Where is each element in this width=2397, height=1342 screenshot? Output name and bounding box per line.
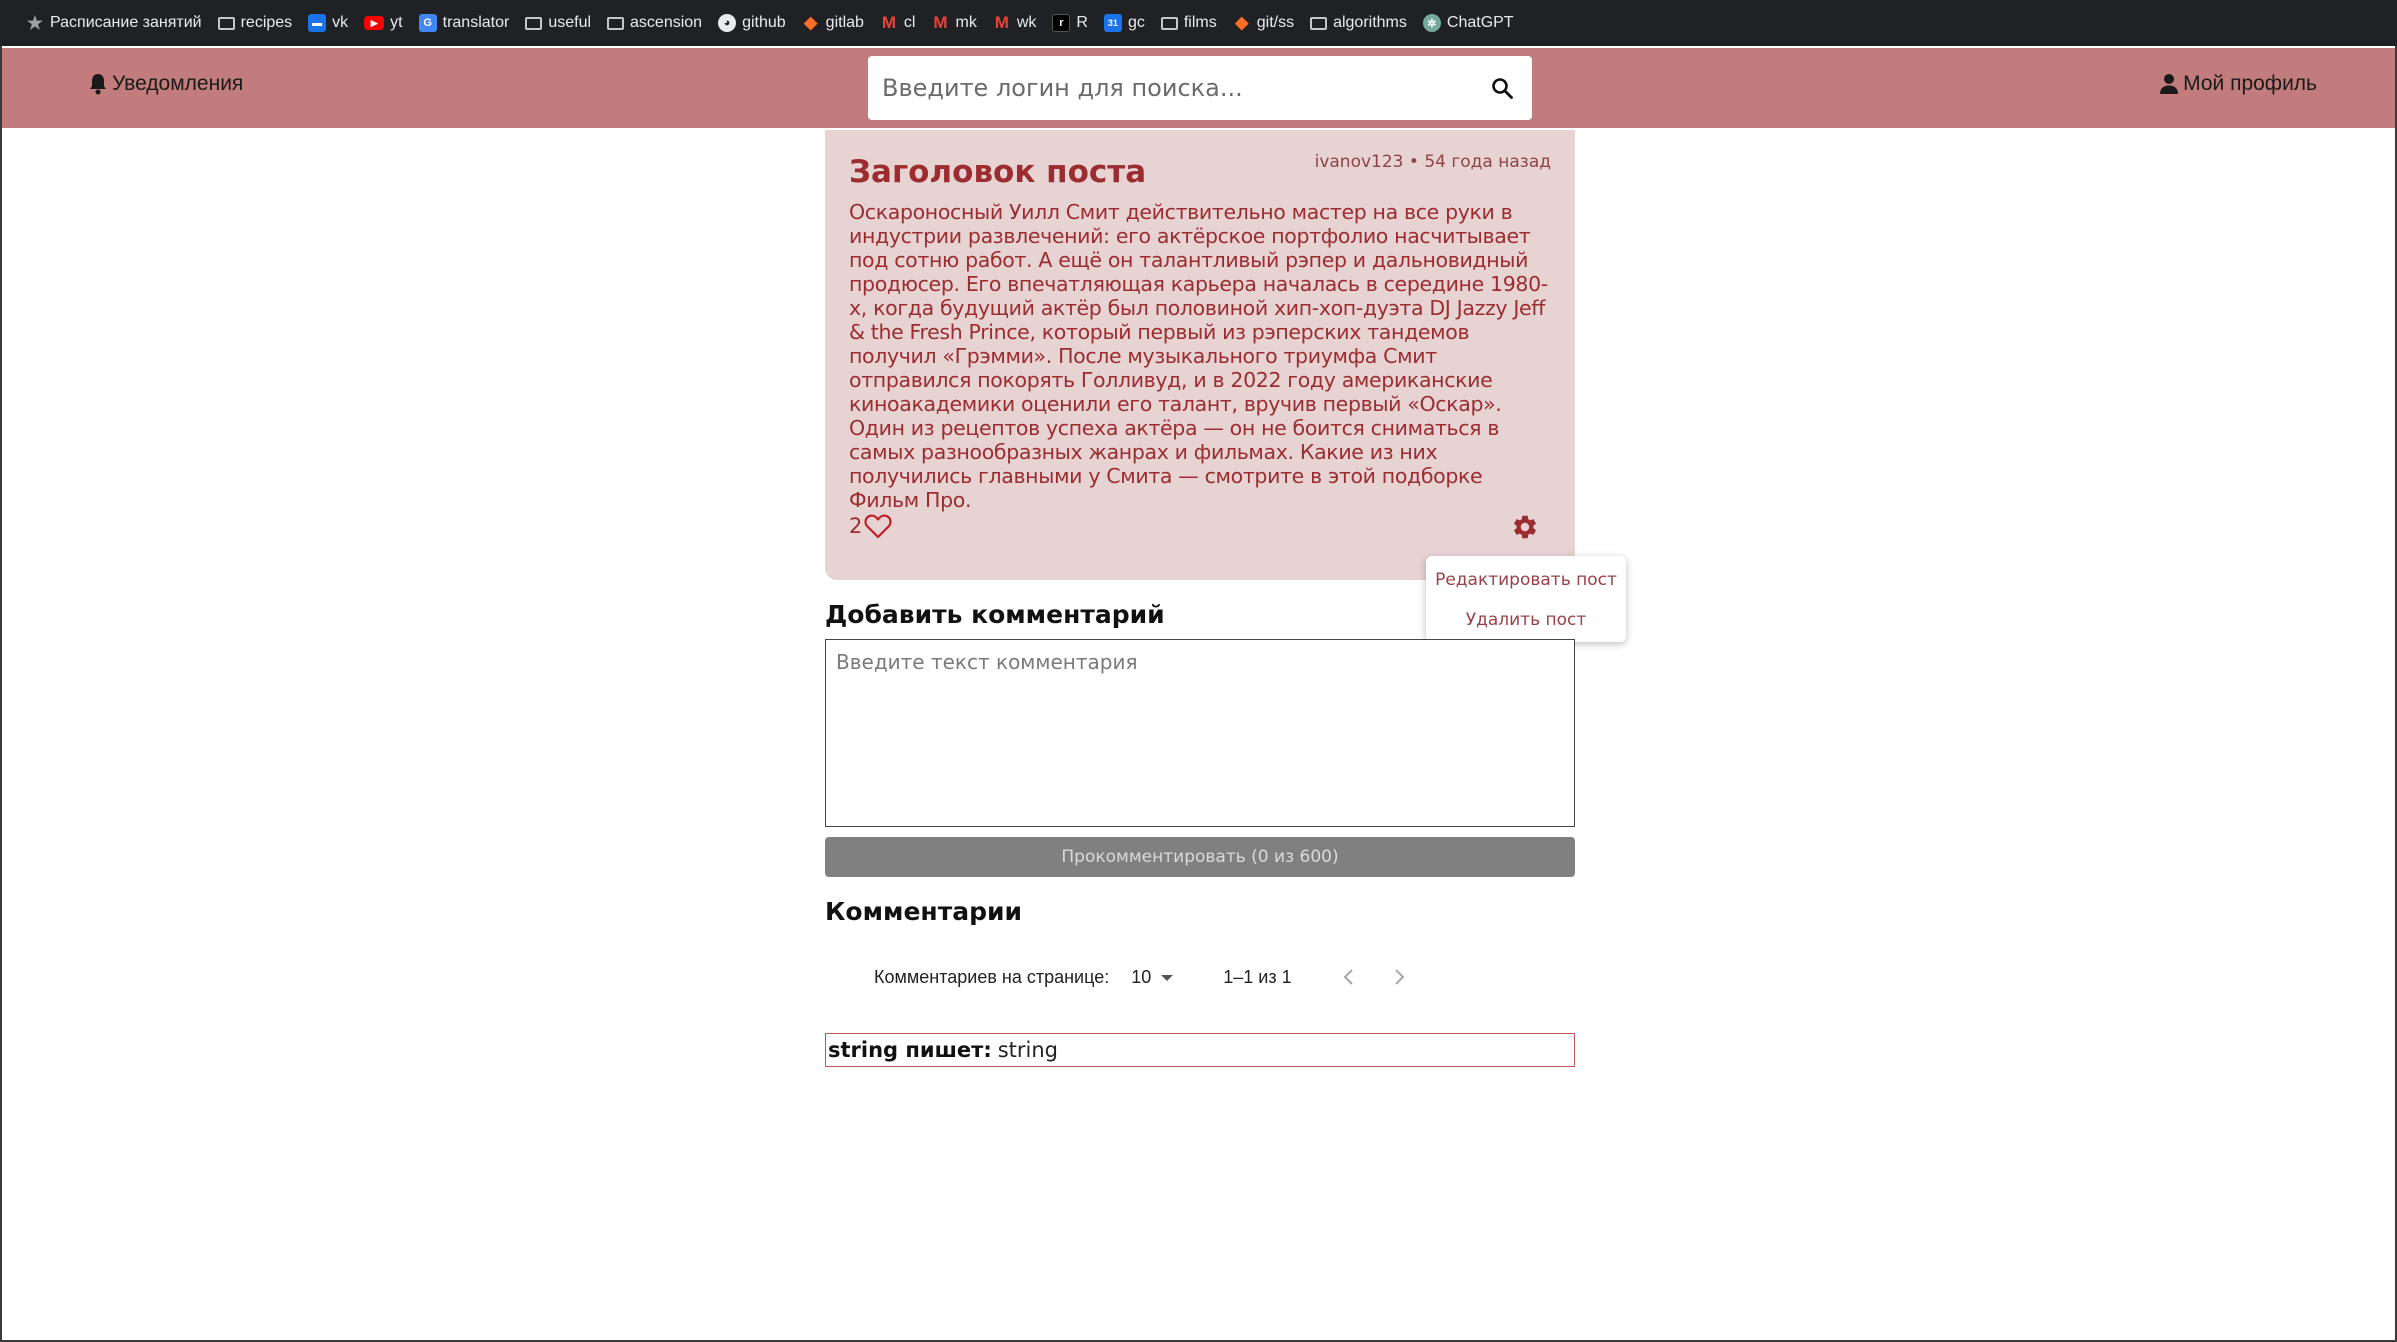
bookmark-gitlab[interactable]: ◆ gitlab xyxy=(794,8,872,38)
gear-icon xyxy=(1514,515,1536,539)
calendar-icon: 31 xyxy=(1103,14,1122,32)
bookmarks-bar: ★ Расписание занятий recipes ▬ vk ▶ yt Gtra… xyxy=(0,0,2397,46)
bookmark-chatgpt[interactable]: ✲ ChatGPT xyxy=(1415,8,1522,38)
add-comment-title: Добавить комментарий xyxy=(825,600,1165,629)
gitlab-icon: ◆ xyxy=(804,13,818,32)
bookmark-ascension[interactable]: ascension xyxy=(599,8,710,38)
prev-page-button[interactable] xyxy=(1334,962,1364,992)
bookmark-r[interactable]: rR xyxy=(1044,8,1096,38)
gmail-icon: M xyxy=(881,13,896,32)
bookmark-algorithms[interactable]: algorithms xyxy=(1302,8,1415,38)
star-icon: ★ xyxy=(26,12,44,33)
folder-icon xyxy=(607,16,625,30)
gitlab-icon: ◆ xyxy=(1235,13,1249,32)
bell-icon xyxy=(90,74,106,95)
notifications-label: Уведомления xyxy=(112,72,244,95)
app-header: Уведомления Мой профиль xyxy=(2,48,2395,128)
edit-post-menu-item[interactable]: Редактировать пост xyxy=(1426,560,1626,600)
bookmark-yt[interactable]: ▶ yt xyxy=(356,8,410,38)
search-button[interactable] xyxy=(1486,72,1518,104)
bookmark-git-ss[interactable]: ◆ git/ss xyxy=(1225,8,1302,38)
chevron-left-icon xyxy=(1343,969,1353,985)
submit-comment-button[interactable]: Прокомментировать (0 из 600) xyxy=(825,837,1575,877)
profile-button[interactable]: Мой профиль xyxy=(2159,72,2317,96)
caret-down-icon xyxy=(1161,975,1174,981)
github-icon: ◕ xyxy=(718,14,737,32)
profile-label: Мой профиль xyxy=(2183,72,2317,95)
folder-icon xyxy=(1310,16,1328,30)
heart-icon xyxy=(864,514,892,539)
comment-textarea-wrapper xyxy=(825,639,1575,827)
per-page-select[interactable]: 10 xyxy=(1131,966,1174,988)
page-range: 1–1 из 1 xyxy=(1223,966,1292,987)
bookmark-recipes[interactable]: recipes xyxy=(210,8,301,38)
chevron-right-icon xyxy=(1394,969,1405,985)
post-title: Заголовок поста xyxy=(849,154,1147,190)
user-icon xyxy=(2160,74,2179,94)
gmail-icon: M xyxy=(933,13,948,32)
post-meta: ivanov123 • 54 года назад xyxy=(1314,152,1551,172)
comment-text: string xyxy=(997,1038,1059,1062)
bookmark-gc[interactable]: 31 gc xyxy=(1096,8,1153,38)
post-settings-button[interactable] xyxy=(1511,513,1539,541)
bookmark-useful[interactable]: useful xyxy=(517,8,599,38)
bookmark-mk[interactable]: Mmk xyxy=(923,8,984,38)
bookmark-schedule[interactable]: ★ Расписание занятий xyxy=(18,8,210,38)
folder-icon xyxy=(1160,16,1178,30)
per-page-label: Комментариев на странице: xyxy=(874,966,1110,987)
post-card: Заголовок поста ivanov123 • 54 года наза… xyxy=(825,130,1575,580)
post-actions-menu: Редактировать пост Удалить пост xyxy=(1426,556,1626,642)
bookmark-wk[interactable]: Mwk xyxy=(985,8,1045,38)
delete-post-menu-item[interactable]: Удалить пост xyxy=(1426,600,1626,640)
like-button[interactable]: 2 xyxy=(849,513,892,539)
vk-icon: ▬ xyxy=(308,14,327,32)
r-icon: r xyxy=(1052,14,1071,32)
search-icon xyxy=(1492,78,1513,99)
search-bar xyxy=(868,56,1532,120)
post-body: Оскароносный Уилл Смит действительно мас… xyxy=(849,200,1548,512)
next-page-button[interactable] xyxy=(1384,962,1414,992)
comment-item: string пишет: string xyxy=(825,1033,1575,1067)
comment-textarea[interactable] xyxy=(826,640,1574,826)
like-count: 2 xyxy=(849,514,863,538)
gmail-icon: M xyxy=(994,13,1009,32)
chatgpt-icon: ✲ xyxy=(1422,14,1441,32)
folder-icon xyxy=(525,16,543,30)
bookmark-films[interactable]: films xyxy=(1153,8,1225,38)
folder-icon xyxy=(217,16,235,30)
youtube-icon: ▶ xyxy=(364,16,385,30)
bookmark-github[interactable]: ◕ github xyxy=(710,8,794,38)
translate-icon: G xyxy=(418,14,437,32)
bookmark-cl[interactable]: Mcl xyxy=(872,8,924,38)
notifications-button[interactable]: Уведомления xyxy=(88,72,243,96)
per-page-value: 10 xyxy=(1131,966,1152,987)
bookmark-translator[interactable]: Gtranslator xyxy=(411,8,518,38)
comments-title: Комментарии xyxy=(825,897,1022,926)
comments-pagination: Комментариев на странице: 10 1–1 из 1 xyxy=(874,962,1434,992)
search-input[interactable] xyxy=(882,74,1486,102)
bookmark-vk[interactable]: ▬ vk xyxy=(300,8,356,38)
comment-author: string пишет: xyxy=(828,1038,992,1062)
